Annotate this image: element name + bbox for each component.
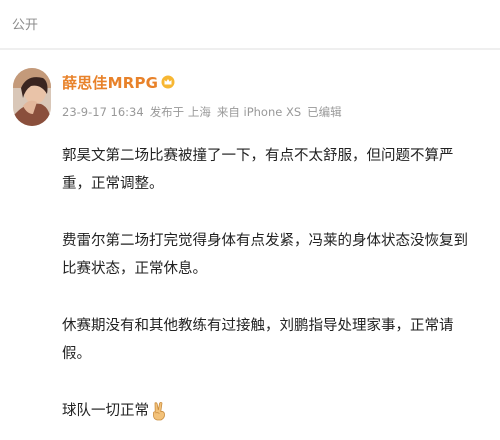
visibility-label[interactable]: 公开 <box>12 14 38 33</box>
post-paragraph: 球队一切正常 <box>62 403 149 419</box>
crown-badge-icon[interactable] <box>161 75 175 89</box>
post-timestamp: 23-9-17 16:34 <box>62 105 144 119</box>
post-paragraph-last: 球队一切正常 <box>62 397 482 425</box>
weibo-post-page: 公开 薛思佳MRPG 23-9-17 16:34 发布于 上海 来自 iPhone … <box>0 0 500 440</box>
author-row: 薛思佳MRPG <box>62 70 175 94</box>
top-bar: 公开 <box>0 0 500 50</box>
post-meta: 23-9-17 16:34 发布于 上海 来自 iPhone XS 已编辑 <box>62 104 348 120</box>
post-paragraph: 休赛期没有和其他教练有过接触，刘鹏指导处理家事，正常请假。 <box>62 318 454 362</box>
header-divider <box>0 48 500 50</box>
avatar-image <box>13 68 51 126</box>
post-paragraph: 郭昊文第二场比赛被撞了一下，有点不太舒服，但问题不算严重，正常调整。 <box>62 148 454 192</box>
author-name[interactable]: 薛思佳MRPG <box>62 72 158 93</box>
edited-label[interactable]: 已编辑 <box>307 105 342 119</box>
post-paragraph: 费雷尔第二场打完觉得身体有点发紧，冯莱的身体状态没恢复到比赛状态，正常休息。 <box>62 233 468 277</box>
post-location: 发布于 上海 <box>149 105 211 119</box>
avatar[interactable] <box>13 68 51 126</box>
post-body: 郭昊文第二场比赛被撞了一下，有点不太舒服，但问题不算严重，正常调整。 费雷尔第二… <box>62 142 482 425</box>
victory-hand-icon <box>150 401 168 421</box>
post-source: 来自 iPhone XS <box>216 105 302 119</box>
